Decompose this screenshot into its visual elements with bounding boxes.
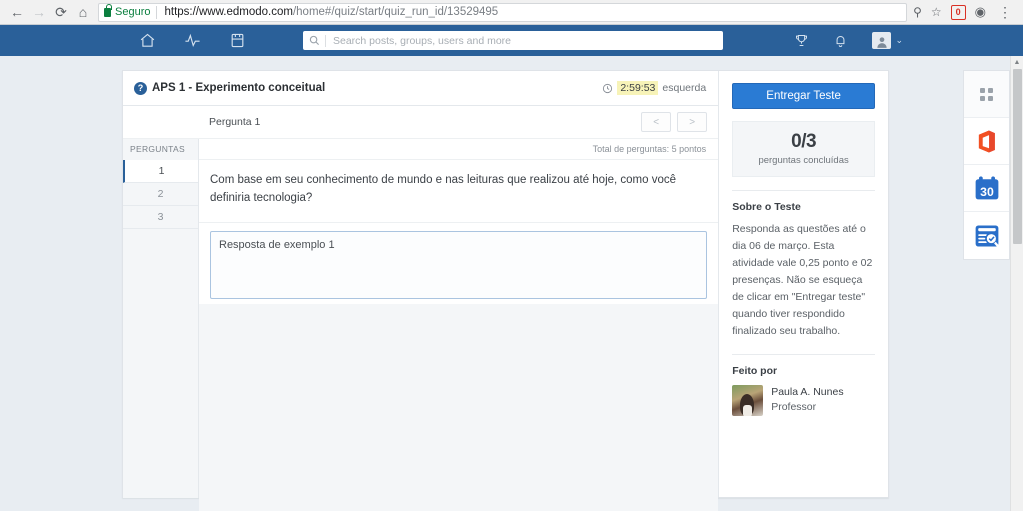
search-icon <box>309 35 320 46</box>
about-text: Responda as questões até o dia 06 de mar… <box>732 223 873 337</box>
question-item-2[interactable]: 2 <box>123 183 198 206</box>
svg-text:30: 30 <box>980 185 994 199</box>
app-rail: 30 <box>963 70 1010 260</box>
author-name: Paula A. Nunes <box>771 386 844 398</box>
calendar-glyph: 30 <box>975 176 998 200</box>
search-divider <box>325 34 326 47</box>
search-document-icon[interactable] <box>964 212 1009 259</box>
content-filler <box>199 303 719 511</box>
office-glyph <box>978 130 995 152</box>
question-list: PERGUNTAS 1 2 3 <box>123 139 199 498</box>
back-button[interactable]: ← <box>6 1 28 23</box>
navbar-secondary-icons: ⌄ <box>794 25 903 56</box>
url-domain: https://www.edmodo.com <box>164 6 293 18</box>
submit-test-button[interactable]: Entregar Teste <box>732 83 875 109</box>
timer-label: esquerda <box>662 82 707 94</box>
quiz-timer: 2:59:53 esquerda <box>602 81 706 95</box>
grid-dots <box>980 87 993 101</box>
omnibox-divider <box>156 5 158 19</box>
address-bar-url: https://www.edmodo.com/home#/quiz/start/… <box>164 6 498 18</box>
quiz-header: ? APS 1 - Experimento conceitual 2:59:53… <box>123 71 719 106</box>
page-body: ? APS 1 - Experimento conceitual 2:59:53… <box>0 56 1023 511</box>
quiz-main-panel: ? APS 1 - Experimento conceitual 2:59:53… <box>123 71 719 511</box>
forward-button: → <box>32 4 46 20</box>
page-title: APS 1 - Experimento conceitual <box>152 82 326 94</box>
progress-label: perguntas concluídas <box>758 155 849 166</box>
previous-question-button[interactable]: < <box>641 112 672 132</box>
author-info: Paula A. Nunes Professor <box>771 385 843 415</box>
user-menu[interactable]: ⌄ <box>872 32 903 49</box>
author-heading: Feito por <box>732 365 778 377</box>
author-row: Paula A. Nunes Professor <box>732 385 875 416</box>
quiz-card: ? APS 1 - Experimento conceitual 2:59:53… <box>122 70 889 511</box>
avatar <box>872 32 892 49</box>
search-input[interactable]: Search posts, groups, users and more <box>303 31 723 50</box>
author-avatar <box>732 385 764 416</box>
about-heading: Sobre o Teste <box>732 201 801 213</box>
next-question-button[interactable]: > <box>677 112 708 132</box>
planner-icon[interactable] <box>229 32 246 49</box>
side-divider-2 <box>732 354 875 355</box>
quiz-side-panel: Entregar Teste 0/3 perguntas concluídas … <box>718 71 888 497</box>
question-item-3[interactable]: 3 <box>123 206 198 229</box>
navbar-primary-icons <box>139 32 246 49</box>
office-icon[interactable] <box>964 118 1009 165</box>
quiz-question-mark-icon: ? <box>134 81 147 95</box>
search-placeholder: Search posts, groups, users and more <box>333 34 512 47</box>
question-nav-row: Pergunta 1 < > <box>123 106 719 139</box>
page-scrollbar[interactable]: ▲ <box>1010 56 1023 511</box>
secure-label: Seguro <box>115 6 151 18</box>
edmodo-navbar: Search posts, groups, users and more ⌄ <box>0 25 1023 56</box>
trophy-icon[interactable] <box>794 33 809 48</box>
progress-count: 0/3 <box>791 131 817 152</box>
question-content: Total de perguntas: 5 pontos Com base em… <box>199 139 719 511</box>
browser-actions: ⚲ ☆ 0 ◉ ⋮ <box>913 4 1017 21</box>
activity-icon[interactable] <box>184 32 201 49</box>
timer-value: 2:59:53 <box>617 81 659 95</box>
clock-icon <box>602 83 613 94</box>
pin-icon[interactable]: ⚲ <box>913 5 922 19</box>
question-list-header: PERGUNTAS <box>130 144 185 154</box>
question-points: Total de perguntas: 5 pontos <box>199 139 719 160</box>
browser-menu-icon[interactable]: ⋮ <box>995 4 1015 21</box>
lock-icon <box>104 3 112 17</box>
progress-box: 0/3 perguntas concluídas <box>732 121 875 177</box>
question-body: PERGUNTAS 1 2 3 Total de perguntas: 5 po… <box>123 139 719 511</box>
apps-grid-icon[interactable] <box>964 71 1009 118</box>
side-divider-1 <box>732 190 875 191</box>
url-path: /home#/quiz/start/quiz_run_id/13529495 <box>292 6 499 18</box>
chevron-down-icon: ⌄ <box>895 35 903 45</box>
home-button[interactable]: ⌂ <box>72 1 94 23</box>
scroll-thumb[interactable] <box>1013 69 1022 244</box>
search-doc-glyph <box>975 225 999 247</box>
scroll-up-arrow[interactable]: ▲ <box>1011 56 1023 69</box>
address-bar[interactable]: Seguro https://www.edmodo.com/home#/quiz… <box>98 2 908 22</box>
question-item-1[interactable]: 1 <box>123 160 198 183</box>
extension-icon[interactable]: 0 <box>950 4 966 20</box>
answer-input[interactable] <box>210 230 708 299</box>
question-text: Com base em seu conhecimento de mundo e … <box>199 160 719 222</box>
bookmark-star-icon[interactable]: ☆ <box>931 5 942 19</box>
question-nav-buttons: < > <box>641 112 708 132</box>
home-icon[interactable] <box>139 32 156 49</box>
author-role: Professor <box>771 401 817 414</box>
answer-wrapper <box>199 221 719 304</box>
question-label: Pergunta 1 <box>209 116 261 128</box>
eye-extension-icon[interactable]: ◉ <box>975 4 986 20</box>
browser-toolbar: ← → ⟳ ⌂ Seguro https://www.edmodo.com/ho… <box>0 0 1023 25</box>
calendar-30-icon[interactable]: 30 <box>964 165 1009 212</box>
reload-button[interactable]: ⟳ <box>50 1 72 23</box>
bell-icon[interactable] <box>833 33 848 48</box>
